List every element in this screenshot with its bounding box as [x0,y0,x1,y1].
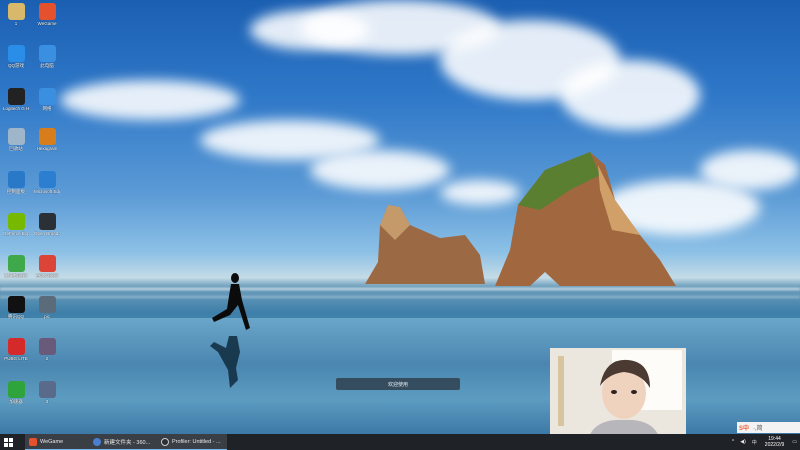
ime-label: S中 [739,426,750,432]
tray-expand-icon[interactable]: ^ [732,439,734,445]
logitech-icon [7,88,25,105]
desktop-icon[interactable]: 回收站 [3,128,29,151]
desktop-icon-label: Hexagram [36,146,58,151]
desktop-icon[interactable]: 此电脑 [34,45,60,68]
control-panel-icon [7,171,25,188]
wegame-icon [38,3,56,20]
obs-icon [161,437,169,446]
game-icon [7,45,25,62]
desktop-icon-label: pic [44,314,50,319]
desktop-icon[interactable]: 3 [34,381,60,404]
desktop-icon[interactable]: 2 [34,338,60,361]
leaf-icon [7,381,25,398]
g-icon [38,128,56,145]
volume-icon[interactable]: ◀) [740,439,746,445]
desktop-icon[interactable]: WeGame [34,3,60,26]
taskbar-item-360-explorer[interactable]: 新建文件夹 - 360... [89,434,157,450]
desktop-icon-label: 腾讯加速器 [4,273,28,278]
clock-date: 2022/2/9 [764,442,785,448]
desktop-icon-label: 1 [14,21,18,26]
system-tray: ^ ◀) 中 19:44 2022/2/9 ▭ [729,434,800,450]
desktop-icon[interactable]: 网络 [34,88,60,111]
photo-icon [38,381,56,398]
wegame-icon [29,437,37,446]
desktop-icon-label: GeForce Experience [3,231,29,236]
edge-icon [38,171,56,188]
desktop-icon[interactable]: QQ游戏 [3,45,29,68]
folder-icon [7,3,25,20]
obs-icon [38,213,56,230]
taskbar-item-label: WeGame [40,438,64,445]
desktop-icon-label: 2 [45,356,49,361]
desktop-icon-label: WeGame [37,21,57,26]
desktop-icon[interactable]: PUBG LITE [3,338,29,361]
taskbar-search[interactable] [17,434,25,450]
taskbar-item-wegame[interactable]: WeGame [25,434,89,450]
image-icon [38,296,56,313]
ime-extra: ·,简 [753,426,763,432]
desktop-icon[interactable]: 腾讯QQ [3,296,29,319]
desktop-icon[interactable]: Open Broadcaster Software [34,213,60,236]
desktop-icon[interactable]: 加速器 [3,381,29,404]
ime-toolbar[interactable]: S中 ·,简 [737,422,800,433]
desktop-icon-label: 回收站 [9,146,23,151]
desktop-icon-label: 控制面板 [7,189,25,194]
taskbar-item-label: Profiler: Untitled - ... [172,438,221,445]
desktop-icon-label: 加速器 [9,399,23,404]
desktop-icon-label: 3 [45,399,49,404]
chrome-icon [38,255,56,272]
desktop-icon[interactable]: Hexagram [34,128,60,151]
desktop-icon[interactable]: 谷歌浏览器 [34,255,60,278]
photo-icon [38,338,56,355]
desktop-icon-label: 此电脑 [40,63,54,68]
taskbar: WeGame 新建文件夹 - 360... Profiler: Untitled… [0,434,800,450]
desktop-icon-label: QQ游戏 [7,63,24,68]
desktop-icon[interactable]: Microsoft Edge [34,171,60,194]
pubg-icon [7,338,25,355]
system-clock[interactable]: 19:44 2022/2/9 [765,436,784,448]
windows-icon [4,437,13,447]
desktop-icon[interactable]: Logitech G HUB [3,88,29,111]
taskbar-item-profiler[interactable]: Profiler: Untitled - ... [157,434,227,450]
desktop-icon[interactable]: pic [34,296,60,319]
notification-icon[interactable]: ▭ [792,439,797,445]
desktop-icon[interactable]: 控制面板 [3,171,29,194]
desktop-icon-label: PUBG LITE [4,356,28,361]
network-icon [38,88,56,105]
accelerator-icon [7,255,25,272]
desktop-icon[interactable]: 腾讯加速器 [3,255,29,278]
recycle-bin-icon [7,128,25,145]
qq-icon [7,296,25,313]
start-button[interactable] [0,434,17,450]
taskbar-item-label: 新建文件夹 - 360... [104,439,151,446]
lang-indicator[interactable]: 中 [752,439,757,446]
nvidia-icon [7,213,25,230]
desktop-icon-label: 谷歌浏览器 [35,273,59,278]
desktop-icon-label: Open Broadcaster Software [34,231,60,236]
desktop-icon-label: 网络 [42,106,52,111]
desktop-icon-label: Logitech G HUB [3,106,29,111]
desktop-icon-label: Microsoft Edge [34,189,60,194]
desktop-icon[interactable]: GeForce Experience [3,213,29,236]
chrome-icon [93,437,101,446]
computer-icon [38,45,56,62]
notification-pill-text: 欢迎使用 [387,381,408,388]
notification-pill: 欢迎使用 [336,378,460,390]
desktop-icon[interactable]: 1 [3,3,29,26]
desktop-icon-label: 腾讯QQ [7,314,24,319]
